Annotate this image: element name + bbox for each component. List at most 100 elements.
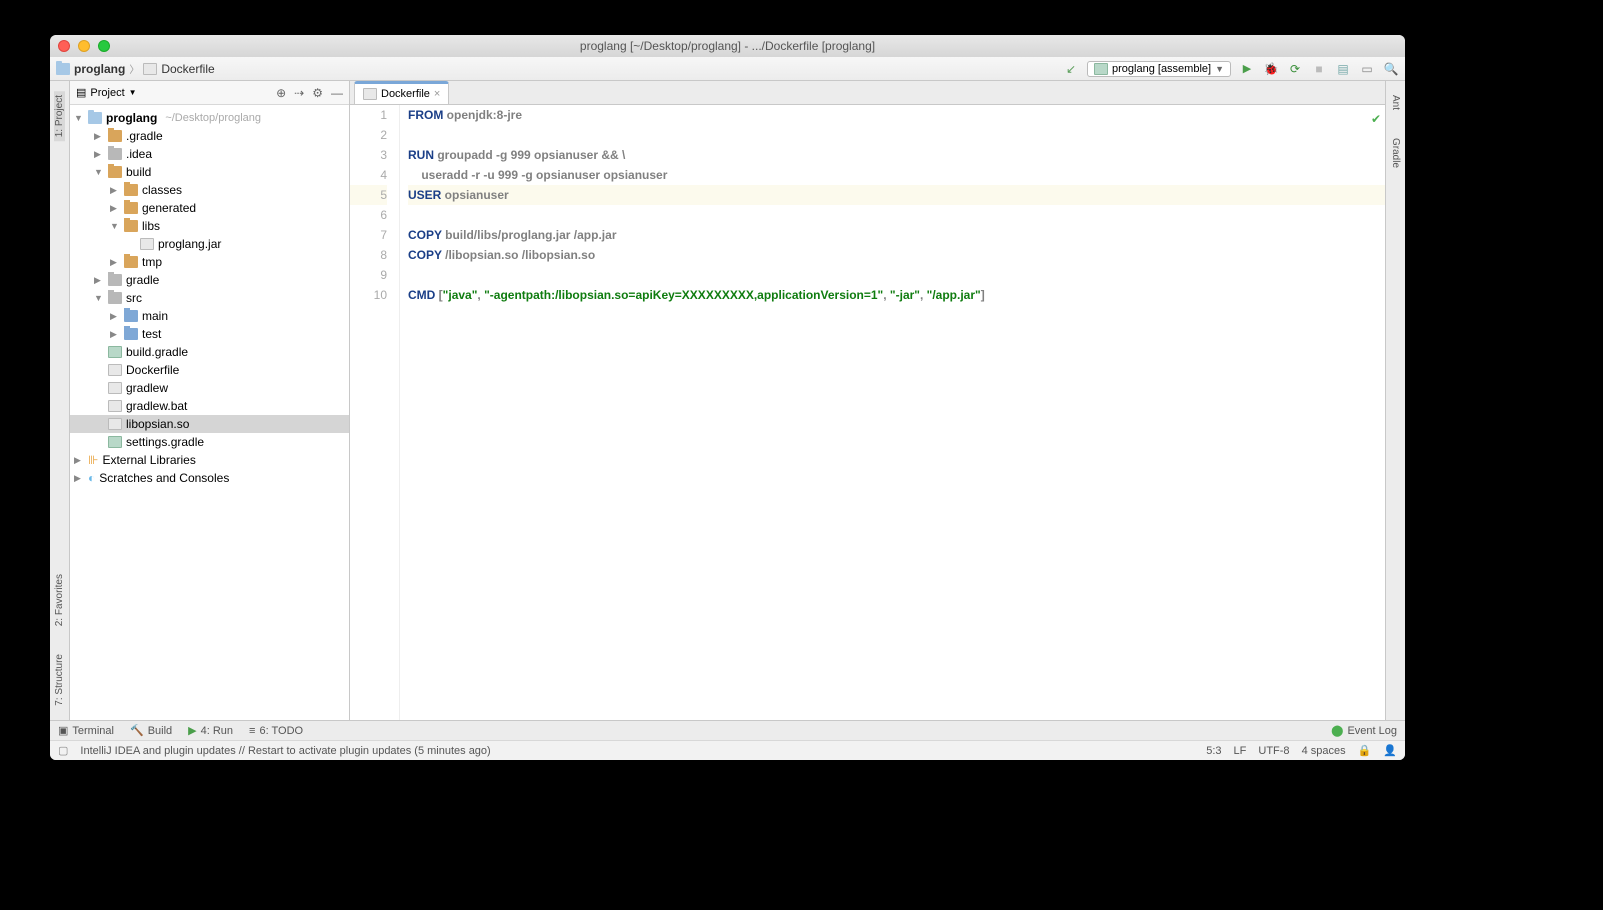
label: 4: Run [201,725,233,737]
line-separator[interactable]: LF [1234,745,1247,757]
lock-icon[interactable]: 🔒 [1358,744,1372,757]
breadcrumb-separator: 〉 [129,61,139,76]
run-button[interactable] [1239,61,1255,77]
tree-item-icon [124,202,138,214]
tree-item-label: main [142,309,168,323]
tree-item-label: build.gradle [126,345,188,359]
tree-item-label: gradle [126,273,159,287]
tree-item-icon [108,346,122,358]
tree-item[interactable]: ▼build [70,163,349,181]
txt: useradd -r -u 999 -g opsianuser opsianus… [408,168,667,182]
breadcrumb-file[interactable]: Dockerfile [143,62,214,76]
tool-tab-run[interactable]: 4: Run [188,724,233,737]
tool-tab-ant[interactable]: Ant [1390,91,1401,114]
breadcrumb-root[interactable]: proglang [56,62,125,76]
tool-tab-project[interactable]: 1: Project [54,91,65,141]
tool-tab-todo[interactable]: ≡6: TODO [249,725,303,737]
label: 6: TODO [259,725,303,737]
toggle-tools-icon[interactable]: ▢ [58,744,68,757]
tree-item[interactable]: proglang.jar [70,235,349,253]
breadcrumb-file-label: Dockerfile [161,62,214,76]
titlebar: proglang [~/Desktop/proglang] - .../Dock… [50,35,1405,57]
chevron-down-icon: ▼ [129,88,137,97]
txt: groupadd -g 999 opsianuser && \ [434,148,625,162]
project-view-selector[interactable]: ▤ Project ▼ [76,86,137,99]
editor-tab-dockerfile[interactable]: Dockerfile × [354,81,449,104]
tool-tab-gradle[interactable]: Gradle [1390,134,1401,172]
collapse-icon[interactable]: ⇢ [294,86,304,100]
tree-item[interactable]: settings.gradle [70,433,349,451]
build-icon[interactable]: ↙ [1063,61,1079,77]
terminal-icon: ▣ [58,724,68,737]
folder-icon [88,112,102,124]
search-everywhere-icon[interactable]: 🔍 [1383,61,1399,77]
tree-item-icon [124,256,138,268]
locate-icon[interactable]: ⊕ [276,86,286,100]
tree-item[interactable]: ▼libs [70,217,349,235]
tree-item[interactable]: gradlew.bat [70,397,349,415]
tree-item[interactable]: libopsian.so [70,415,349,433]
project-tree[interactable]: ▼proglang~/Desktop/proglang▶.gradle▶.ide… [70,105,349,720]
tree-item-label: .idea [126,147,152,161]
tree-item-icon [108,166,122,178]
txt: /libopsian.so /libopsian.so [442,248,595,262]
tool-tab-build[interactable]: 🔨Build [130,724,172,737]
code-editor[interactable]: ✔ FROM openjdk:8-jre RUN groupadd -g 999… [400,105,1385,720]
library-icon: ⊪ [88,453,98,467]
editor-settings-icon[interactable]: ▭ [1359,61,1375,77]
tree-scratches[interactable]: ▶◐Scratches and Consoles [70,469,349,487]
project-tool-window: ▤ Project ▼ ⊕ ⇢ ⚙ — ▼proglang~/Desktop/p… [70,81,350,720]
tool-tab-structure[interactable]: 7: Structure [54,650,65,710]
bell-icon: ⬤ [1331,724,1343,737]
tool-tab-favorites[interactable]: 2: Favorites [54,570,65,630]
stop-button[interactable] [1311,61,1327,77]
project-structure-icon[interactable]: ▤ [1335,61,1351,77]
caret-position[interactable]: 5:3 [1206,745,1221,757]
tree-item[interactable]: ▶.gradle [70,127,349,145]
tree-item[interactable]: ▶tmp [70,253,349,271]
tree-item[interactable]: ▶main [70,307,349,325]
debug-button[interactable]: 🐞 [1263,61,1279,77]
kw: USER [408,188,441,202]
tree-item[interactable]: ▶gradle [70,271,349,289]
tree-item[interactable]: Dockerfile [70,361,349,379]
tree-item-icon [108,400,122,412]
tree-root[interactable]: ▼proglang~/Desktop/proglang [70,109,349,127]
right-tool-strip: Ant Gradle [1385,81,1405,720]
tree-item[interactable]: ▶.idea [70,145,349,163]
tree-external-libraries[interactable]: ▶⊪External Libraries [70,451,349,469]
tree-item-icon [108,292,122,304]
scratches-icon: ◐ [88,471,95,485]
tree-item-label: libopsian.so [126,417,189,431]
status-message[interactable]: IntelliJ IDEA and plugin updates // Rest… [80,745,490,757]
tool-tab-event-log[interactable]: ⬤Event Log [1331,724,1397,737]
tree-item[interactable]: ▶test [70,325,349,343]
str: "/app.jar" [927,288,981,302]
inspection-ok-icon[interactable]: ✔ [1371,109,1381,129]
tab-label: Dockerfile [381,88,430,100]
indent-setting[interactable]: 4 spaces [1302,745,1346,757]
kw: RUN [408,148,434,162]
tree-item-icon [140,238,154,250]
tree-item[interactable]: gradlew [70,379,349,397]
tree-item-label: test [142,327,161,341]
hide-icon[interactable]: — [331,86,343,100]
tree-item[interactable]: ▶generated [70,199,349,217]
tree-item-icon [124,184,138,196]
gear-icon[interactable]: ⚙ [312,86,323,100]
str: "-agentpath:/libopsian.so=apiKey=XXXXXXX… [484,288,883,302]
tree-item-label: classes [142,183,182,197]
tab-close-icon[interactable]: × [434,88,440,100]
tree-item[interactable]: build.gradle [70,343,349,361]
tree-item[interactable]: ▼src [70,289,349,307]
tree-item[interactable]: ▶classes [70,181,349,199]
hector-icon[interactable]: 👤 [1383,744,1397,757]
run-config-selector[interactable]: proglang [assemble] ▼ [1087,61,1231,77]
bottom-tool-bar: ▣Terminal 🔨Build 4: Run ≡6: TODO ⬤Event … [50,720,1405,740]
tool-tab-terminal[interactable]: ▣Terminal [58,724,114,737]
coverage-button[interactable]: ⟳ [1287,61,1303,77]
file-encoding[interactable]: UTF-8 [1258,745,1289,757]
ide-window: proglang [~/Desktop/proglang] - .../Dock… [50,35,1405,760]
kw: CMD [408,288,435,302]
tree-item-label: gradlew.bat [126,399,187,413]
